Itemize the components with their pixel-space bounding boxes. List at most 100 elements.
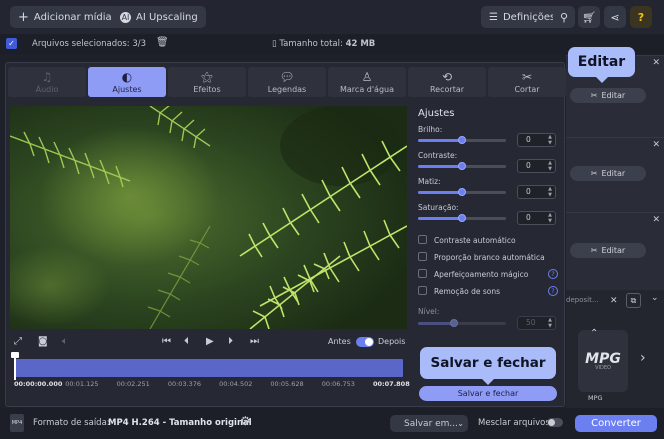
playhead[interactable] [11,352,19,380]
clear-icon[interactable]: ✕ [610,296,618,306]
play-icon[interactable]: ▶ [206,336,214,347]
tab-cut[interactable]: ✂ Cortar [488,67,566,97]
stamp-icon: ♙ [361,69,373,84]
level-spinner[interactable]: 50 ▲ ▼ [517,316,556,330]
saturation-spinner[interactable]: 0 ▲ ▼ [517,211,556,225]
scissors-icon: ✂ [590,246,598,255]
auto-white-balance-label: Proporção branco automática [434,253,545,262]
select-all-checkbox[interactable]: ✓ [6,38,17,49]
auto-white-balance-checkbox[interactable] [418,252,427,261]
format-settings-icon[interactable]: ⧉ [626,293,641,308]
saturation-label: Saturação: [418,203,459,212]
skip-end-icon[interactable]: ⏭︎ [250,336,259,347]
output-format-value[interactable]: MP4 H.264 - Tamanho original [108,418,252,428]
file-item[interactable]: ✕ ✂ Editar [566,137,664,212]
timeline-time-label: 00:04.502 [219,380,253,388]
close-icon[interactable]: ✕ [652,140,660,150]
adjust-title: Ajustes [418,108,455,119]
save-location-button[interactable]: Salvar em... ⌄ [390,415,468,432]
file-bar: ✓ Arquivos selecionados: 3/3 🗑︎ ▯ Tamanh… [0,34,664,54]
tab-adjustments[interactable]: ◐ Ajustes [88,67,166,97]
after-label: Depois [378,337,406,346]
subtitles-icon: 💬︎ [279,69,295,84]
file-item[interactable]: ✕ ✂ Editar [566,212,664,290]
add-media-button[interactable]: + Adicionar mídia [10,6,120,28]
snapshot-icon[interactable]: ◙ [38,336,48,347]
chevron-right-icon[interactable]: › [640,350,646,366]
merge-files-label: Mesclar arquivos: [478,418,553,428]
timeline-time-label: 00:05.628 [270,380,304,388]
close-icon[interactable]: ✕ [652,215,660,225]
merge-files-toggle[interactable] [547,418,563,427]
noise-removal-checkbox[interactable] [418,286,427,295]
hue-spinner[interactable]: 0 ▲ ▼ [517,185,556,199]
frame-back-icon[interactable]: ⏴︎ [184,336,189,347]
tab-effects[interactable]: ⚝ Efeitos [168,67,246,97]
before-label: Antes [328,337,351,346]
ai-upscaling-button[interactable]: AI AI Upscaling [112,6,206,28]
hue-label: Matiz: [418,177,441,186]
magic-wand-icon: ⚝ [201,69,213,84]
volume-icon[interactable]: 🔈︎ [62,336,68,347]
contrast-label: Contraste: [418,151,458,160]
save-and-close-button[interactable]: Salvar e fechar [419,386,557,401]
format-panel: deposit... ✕ ⧉ ⌄ ⌃ MPG VIDEO MPG › [566,290,664,408]
auto-contrast-label: Contraste automático [434,236,516,245]
magic-enhance-checkbox[interactable] [418,269,427,278]
tab-subtitles[interactable]: 💬︎ Legendas [248,67,326,97]
edit-button[interactable]: ✂ Editar [570,166,646,181]
timeline[interactable]: 00:00:00.000 00:01.125 00:02.251 00:03.376 0… [10,352,410,388]
fullscreen-icon[interactable]: ⤢ [14,336,22,347]
help-circle-icon[interactable]: ? [548,286,558,296]
settings-button[interactable]: ☰ Definições [481,6,564,28]
brightness-spinner[interactable]: 0 ▲ ▼ [517,133,556,147]
save-close-callout: Salvar e fechar [420,347,556,385]
format-search[interactable]: deposit... [566,296,599,304]
tab-audio[interactable]: ♫ Áudio [8,67,86,97]
video-preview [10,106,407,329]
timeline-time-label: 00:06.753 [321,380,355,388]
tab-watermark[interactable]: ♙ Marca d'água [328,67,406,97]
gear-icon[interactable]: ⚙ [240,414,251,428]
output-format-icon: MP4 [10,414,24,432]
hue-slider[interactable] [418,188,506,196]
output-format-label: Formato de saída: [33,418,110,428]
before-after-toggle[interactable] [356,337,374,347]
selected-files-count: Arquivos selecionados: 3/3 [32,39,147,49]
edit-button[interactable]: ✂ Editar [570,88,646,103]
file-icon: ▯ [272,39,277,49]
trash-icon[interactable]: 🗑︎ [156,37,169,48]
chevron-down-icon: ⌄ [457,419,464,428]
video-controls: ⤢ ◙ 🔈︎ ⏮︎ ⏴︎ ▶ ⏵︎ ⏭︎ Antes Depois [10,331,407,353]
frame-forward-icon[interactable]: ⏵︎ [228,336,233,347]
mpg-format-card[interactable]: MPG VIDEO [578,330,628,392]
edit-button[interactable]: ✂ Editar [570,243,646,258]
scissors-icon: ✂ [590,91,598,100]
close-icon[interactable]: ✕ [652,58,660,68]
saturation-slider[interactable] [418,214,506,222]
search-icon: ⚲ [559,10,569,24]
chevron-up-icon[interactable]: ⌃ [590,328,598,339]
plus-icon: + [18,9,29,25]
help-circle-icon[interactable]: ? [548,269,558,279]
timeline-track[interactable] [14,359,403,377]
contrast-slider[interactable] [418,162,506,170]
video-frame [10,106,407,329]
bottom-bar: MP4 Formato de saída: MP4 H.264 - Tamanh… [0,408,664,439]
tab-crop[interactable]: ⟲ Recortar [408,67,486,97]
timeline-time-label: 00:00:00.000 [14,380,63,388]
help-icon: ? [637,10,645,24]
timeline-time-label: 00:02.251 [116,380,150,388]
auto-contrast-checkbox[interactable] [418,235,427,244]
level-slider[interactable] [418,319,506,327]
convert-button[interactable]: Converter [575,415,657,432]
brightness-slider[interactable] [418,136,506,144]
contrast-spinner[interactable]: 0 ▲ ▼ [517,159,556,173]
share-icon: ⋖ [610,10,620,24]
cart-button[interactable]: 🛒︎ [578,6,600,28]
share-button[interactable]: ⋖ [604,6,626,28]
search-button[interactable]: ⚲ [553,6,575,28]
chevron-down-icon[interactable]: ⌄ [651,293,659,303]
help-button[interactable]: ? [630,6,652,28]
skip-start-icon[interactable]: ⏮︎ [162,336,171,347]
